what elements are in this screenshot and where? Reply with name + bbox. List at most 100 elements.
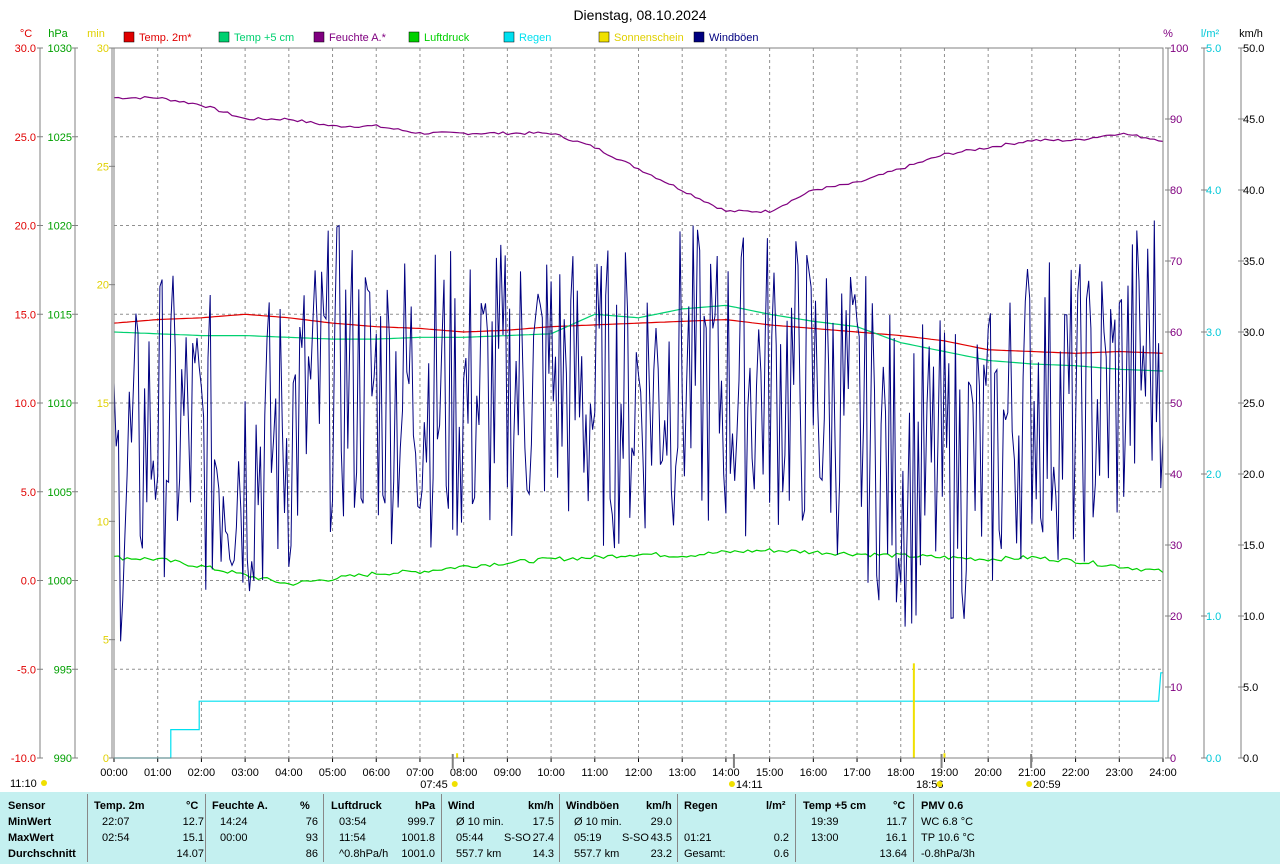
axis-label-pressure: 1000 <box>48 576 72 588</box>
legend-label: Feuchte A.* <box>329 32 387 44</box>
x-tick-label: 15:00 <box>756 767 784 779</box>
axis-label-sun: 30 <box>97 43 109 55</box>
summary-value: 1001.8 <box>401 832 435 844</box>
summary-sub: 11:54 <box>339 832 366 844</box>
legend-label: Temp. 2m* <box>139 32 192 44</box>
axis-label-rain: 3.0 <box>1206 327 1221 339</box>
axis-label-pressure: 1010 <box>48 398 72 410</box>
x-tick-label: 03:00 <box>231 767 259 779</box>
summary-value: 86 <box>305 848 318 860</box>
unit-humidity: % <box>1163 28 1173 40</box>
unit-rain: l/m² <box>1201 28 1220 40</box>
x-tick-label: 21:00 <box>1018 767 1046 779</box>
axis-label-wind: 20.0 <box>1243 469 1264 481</box>
axis-label-wind: 15.0 <box>1243 540 1264 552</box>
axis-label-humidity: 20 <box>1170 611 1182 623</box>
legend-label: Temp +5 cm <box>234 32 294 44</box>
axis-label-sun: 15 <box>97 398 109 410</box>
sun-event-icon <box>1026 781 1033 787</box>
summary-value: 0.6 <box>773 848 789 860</box>
x-tick-label: 11:00 <box>581 767 608 779</box>
legend-swatch <box>503 31 515 43</box>
summary-row-label: MinWert <box>8 816 52 828</box>
axis-label-humidity: 40 <box>1170 469 1182 481</box>
axis-label-pressure: 1020 <box>48 221 72 233</box>
summary-value: 93 <box>305 832 318 844</box>
summary-sub: 22:07 <box>102 816 130 828</box>
axis-label-pressure: 1005 <box>48 487 72 499</box>
summary-sub: 03:54 <box>339 816 367 828</box>
legend-label: Regen <box>519 32 551 44</box>
x-tick-label: 08:00 <box>450 767 478 779</box>
axis-label-pressure: 1025 <box>48 132 72 144</box>
axis-label-temp: -5.0 <box>17 664 36 676</box>
summary-head: Feuchte A. <box>212 800 268 812</box>
axis-label-temp: -10.0 <box>11 753 36 765</box>
summary-head: Sensor <box>8 800 46 812</box>
axis-label-wind: 30.0 <box>1243 327 1264 339</box>
event-label: 14:11 <box>736 779 763 791</box>
summary-divider <box>87 794 88 862</box>
summary-head: Regen <box>684 800 718 812</box>
summary-value: 12.7 <box>182 816 204 828</box>
axis-label-wind: 0.0 <box>1243 753 1258 765</box>
summary-unit: °C <box>186 800 199 812</box>
summary-unit: km/h <box>528 800 554 812</box>
x-tick-label: 23:00 <box>1106 767 1134 779</box>
legend-label: Windböen <box>709 32 759 44</box>
axis-label-rain: 5.0 <box>1206 43 1221 55</box>
axis-label-temp: 10.0 <box>15 398 36 410</box>
x-tick-label: 07:00 <box>406 767 434 779</box>
sun-event-icon <box>451 781 458 787</box>
axis-label-temp: 25.0 <box>15 132 36 144</box>
summary-row-label: Durchschnitt <box>8 848 76 860</box>
sunshine-bar <box>456 753 459 758</box>
summary-unit: l/m² <box>766 800 786 812</box>
summary-divider <box>795 794 796 862</box>
summary-value: 11.7 <box>886 816 907 828</box>
axis-label-temp: 30.0 <box>15 43 36 55</box>
legend-swatch <box>598 31 610 43</box>
x-tick-label: 13:00 <box>668 767 696 779</box>
x-tick-label: 22:00 <box>1062 767 1090 779</box>
legend-swatch <box>123 31 135 43</box>
summary-sub: 13:00 <box>811 832 839 844</box>
axis-label-humidity: 50 <box>1170 398 1182 410</box>
axis-label-rain: 2.0 <box>1206 469 1221 481</box>
legend-label: Luftdruck <box>424 32 470 44</box>
time-marker: 11:10 <box>10 778 37 790</box>
summary-sub: 19:39 <box>811 816 839 828</box>
summary-unit: km/h <box>646 800 672 812</box>
legend-swatch <box>313 31 325 43</box>
summary-value: 15.1 <box>182 832 204 844</box>
summary-divider <box>913 794 914 862</box>
x-tick-label: 18:00 <box>887 767 915 779</box>
axis-label-humidity: 90 <box>1170 114 1182 126</box>
summary-divider <box>323 794 324 862</box>
axis-label-temp: 5.0 <box>21 487 36 499</box>
sun-event-icon <box>728 781 735 787</box>
x-tick-label: 10:00 <box>537 767 565 779</box>
summary-pmv: TP 10.6 °C <box>921 832 975 844</box>
summary-unit: % <box>300 800 310 812</box>
summary-value: 27.4 <box>532 832 554 844</box>
summary-value: 43.5 <box>650 832 672 844</box>
summary-pmv: WC 6.8 °C <box>921 816 974 828</box>
summary-sub: 00:00 <box>220 832 248 844</box>
summary-sub: 02:54 <box>102 832 130 844</box>
x-tick-label: 16:00 <box>800 767 828 779</box>
sun-event-icon <box>936 781 943 787</box>
legend-swatch <box>218 31 230 43</box>
axis-label-rain: 0.0 <box>1206 753 1221 765</box>
sunshine-bar <box>943 753 946 758</box>
axis-label-humidity: 60 <box>1170 327 1182 339</box>
axis-label-temp: 20.0 <box>15 221 36 233</box>
legend-swatch <box>408 31 420 43</box>
weather-chart: -10.0 -5.0 0.0 5.0 10.0 15.0 20.0 25.0 30.0 990 99… <box>0 0 1280 792</box>
axis-label-pressure: 1015 <box>48 309 72 321</box>
x-tick-label: 19:00 <box>931 767 959 779</box>
axis-label-pressure: 1030 <box>48 43 72 55</box>
summary-value: 76 <box>305 816 318 828</box>
event-label: 20:59 <box>1033 779 1061 791</box>
summary-sub: 05:19 <box>574 832 602 844</box>
